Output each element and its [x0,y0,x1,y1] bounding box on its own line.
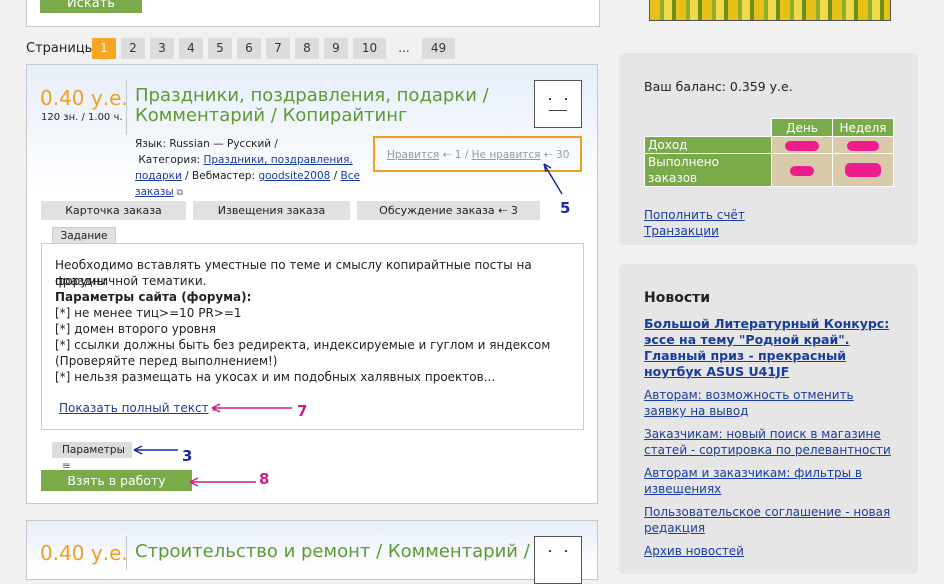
annotation-arrow-5 [543,163,563,195]
topup-link[interactable]: Пополнить счёт [644,208,745,222]
annotation-label-8: 8 [259,470,270,488]
redacted-value [790,165,814,176]
row-income: Доход [644,136,772,154]
annotation-label-5: 5 [560,199,571,217]
stats-corner [645,119,772,137]
redacted-value [845,163,881,178]
income-week-value [832,136,894,154]
row-done: Выполнено заказов [644,153,772,187]
news-item[interactable]: Авторам: возможность отменить заявку на … [644,387,896,419]
income-day-value [771,136,833,154]
avatar [534,536,582,584]
news-item[interactable]: Большой Литературный Конкурс: эссе на те… [644,316,896,380]
news-heading: Новости [644,290,711,306]
col-week: Неделя [832,118,894,137]
news-item[interactable]: Заказчикам: новый поиск в магазине стате… [644,426,896,458]
news-item[interactable]: Авторам и заказчикам: фильтры в извещени… [644,465,896,497]
news-archive-link[interactable]: Архив новостей [644,543,896,559]
done-week-value [832,153,894,187]
order-title[interactable]: Строительство и ремонт / Комментарий / [135,541,530,562]
annotation-label-7: 7 [297,402,308,420]
face-icon [549,550,567,552]
transactions-link[interactable]: Транзакции [644,224,719,238]
col-day: День [771,118,833,137]
stats-table: День Неделя Доход Выполнено заказов [644,118,894,187]
redacted-value [847,140,879,151]
redacted-value [785,140,819,151]
done-day-value [771,153,833,187]
order-price: 0.40 у.е. [40,541,128,565]
balance-text: Ваш баланс: 0.359 у.е. [644,79,793,94]
divider [126,536,127,570]
news-item[interactable]: Пользовательское соглашение - новая реда… [644,504,896,536]
annotation-label-3: 3 [182,447,193,465]
